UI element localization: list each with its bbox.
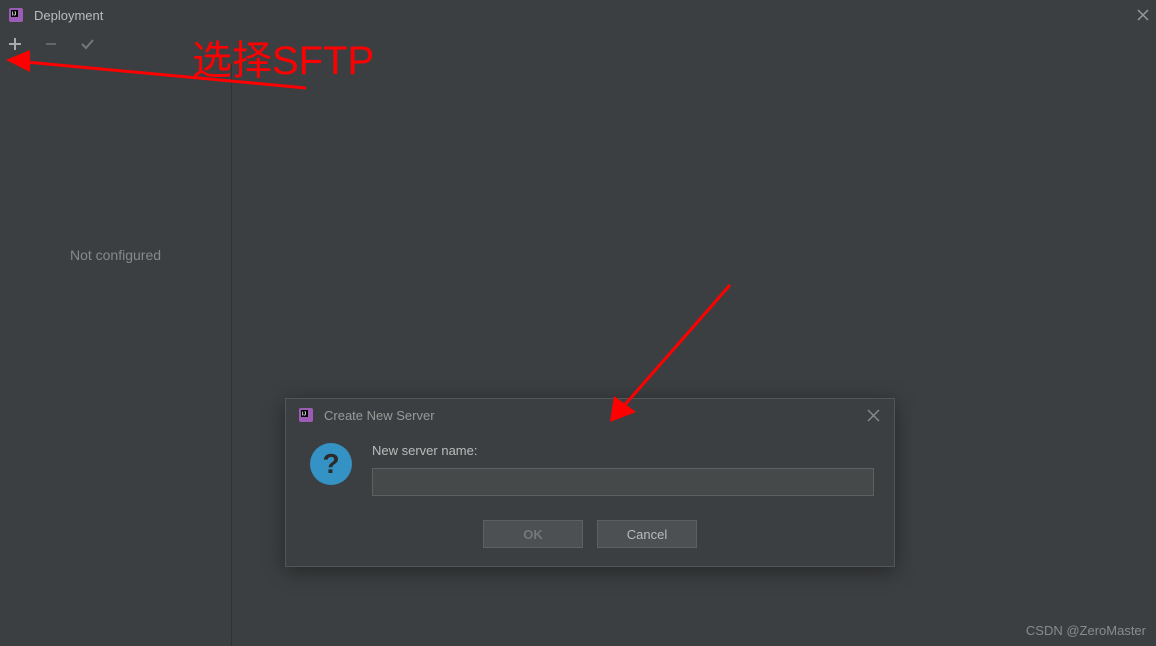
dialog-header: IJ Create New Server xyxy=(286,399,894,431)
ok-button[interactable]: OK xyxy=(483,520,583,548)
svg-text:IJ: IJ xyxy=(12,12,16,18)
window-title: Deployment xyxy=(34,8,103,23)
watermark: CSDN @ZeroMaster xyxy=(1026,623,1146,638)
empty-state-text: Not configured xyxy=(70,247,161,263)
window-close-icon[interactable] xyxy=(1136,8,1150,27)
app-icon: IJ xyxy=(8,7,24,23)
sidebar: Not configured xyxy=(0,64,232,646)
dialog-buttons: OK Cancel xyxy=(286,504,894,566)
annotation-label: 选择SFTP xyxy=(192,28,374,86)
app-icon: IJ xyxy=(298,407,314,423)
svg-text:IJ: IJ xyxy=(302,412,306,418)
toolbar xyxy=(0,30,1156,64)
remove-button[interactable] xyxy=(42,35,60,53)
server-name-input[interactable] xyxy=(372,468,874,496)
dialog-body: ? New server name: xyxy=(286,431,894,504)
cancel-button[interactable]: Cancel xyxy=(597,520,697,548)
create-server-dialog: IJ Create New Server ? New server name: … xyxy=(285,398,895,567)
server-name-label: New server name: xyxy=(372,443,874,458)
window-header: IJ Deployment xyxy=(0,0,1156,30)
dialog-close-icon[interactable] xyxy=(867,409,880,426)
question-icon: ? xyxy=(310,443,352,485)
add-button[interactable] xyxy=(6,35,24,53)
dialog-title: Create New Server xyxy=(324,408,435,423)
dialog-form: New server name: xyxy=(372,443,874,496)
check-button[interactable] xyxy=(78,35,96,53)
